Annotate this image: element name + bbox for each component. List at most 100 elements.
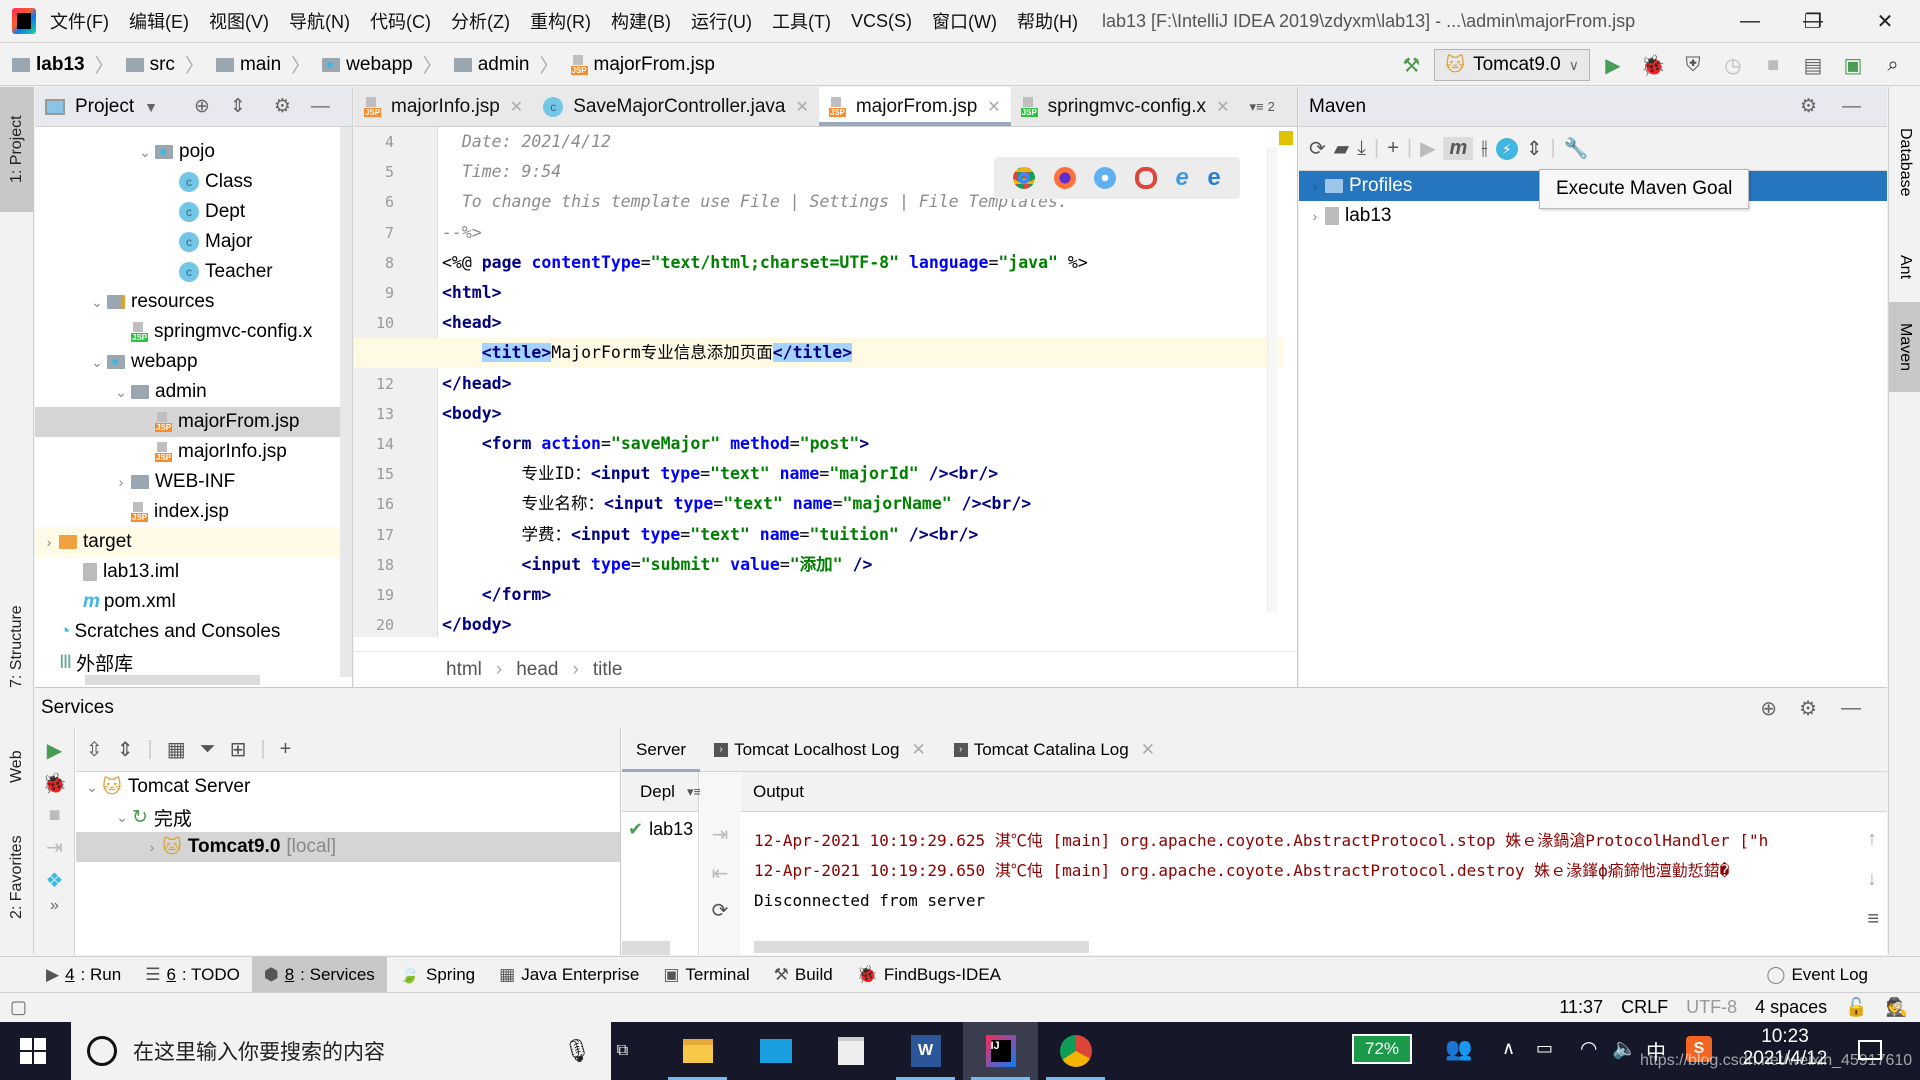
menu-item[interactable]: 构建(B): [611, 8, 671, 34]
add-icon[interactable]: +: [1387, 137, 1399, 160]
word-icon[interactable]: W: [888, 1022, 963, 1080]
deploy-icon[interactable]: ⇥: [35, 835, 74, 860]
menu-item[interactable]: 重构(R): [530, 8, 591, 34]
breadcrumb-item[interactable]: webapp 〉: [322, 51, 442, 78]
file-explorer-icon[interactable]: [660, 1022, 735, 1080]
debug-icon[interactable]: 🐞: [35, 771, 74, 796]
inspector-icon[interactable]: 🕵: [1886, 997, 1908, 1018]
deployment-item[interactable]: ✔ lab13: [622, 812, 698, 846]
run-icon[interactable]: ▶: [1420, 136, 1435, 161]
code-line[interactable]: --%>: [442, 218, 482, 248]
close-tab-icon[interactable]: ✕: [795, 97, 808, 117]
chevron-down-icon[interactable]: ⌄: [111, 384, 131, 401]
opera-icon[interactable]: [1134, 167, 1157, 189]
collapse-all-icon[interactable]: ⇕: [1526, 136, 1543, 161]
scroll-up-icon[interactable]: ↑: [1867, 828, 1877, 851]
run-icon[interactable]: ▶: [35, 738, 74, 763]
chevron-down-icon[interactable]: ⌄: [87, 294, 107, 311]
chevron-right-icon[interactable]: ›: [142, 839, 162, 855]
refresh-icon[interactable]: ⟳: [700, 898, 740, 923]
restore-button[interactable]: ❐: [1783, 0, 1843, 43]
project-tree-item[interactable]: ⌄ webapp: [35, 347, 352, 377]
close-tab-icon[interactable]: ✕: [510, 97, 523, 117]
code-line[interactable]: 专业ID：<input type="text" name="majorId" /…: [442, 459, 998, 489]
tab-favorites[interactable]: 2: Favorites: [0, 817, 34, 937]
stop-icon[interactable]: ■: [1756, 48, 1790, 82]
file-encoding[interactable]: UTF-8: [1686, 997, 1737, 1018]
tab-ant[interactable]: Ant: [1889, 227, 1920, 307]
more-icon[interactable]: »: [35, 897, 74, 915]
breadcrumb-item[interactable]: main 〉: [215, 51, 310, 78]
menu-item[interactable]: 工具(T): [772, 8, 831, 34]
vertical-scrollbar[interactable]: [340, 127, 352, 677]
collapse-all-icon[interactable]: ⇕: [230, 95, 246, 118]
code-line[interactable]: <%@ page contentType="text/html;charset=…: [442, 248, 1088, 278]
tab-structure[interactable]: 7: Structure: [0, 587, 34, 707]
editor-scrollbar[interactable]: [1267, 147, 1277, 613]
code-line[interactable]: <input type="submit" value="添加" />: [442, 550, 872, 580]
breadcrumb-item[interactable]: majorFrom.jsp: [570, 54, 715, 76]
menu-item[interactable]: 视图(V): [209, 8, 269, 34]
collapse-all-icon[interactable]: ⇕: [117, 737, 134, 762]
close-button[interactable]: ✕: [1855, 0, 1915, 43]
project-tree-item[interactable]: ◔ Scratches and Consoles: [35, 617, 352, 647]
output-scrollbar[interactable]: [754, 941, 1089, 953]
ie-icon[interactable]: e: [1175, 164, 1188, 192]
minimize-button-2[interactable]: —: [1720, 0, 1780, 43]
project-tree-item[interactable]: ⌄ admin: [35, 377, 352, 407]
code-line[interactable]: </form>: [442, 580, 552, 610]
deploy-icon[interactable]: ⇥: [700, 822, 740, 847]
project-tree-item[interactable]: majorInfo.jsp: [35, 437, 352, 467]
structure-crumb[interactable]: title: [593, 659, 623, 681]
project-tree-item[interactable]: › target: [35, 527, 352, 557]
structure-crumb[interactable]: html: [446, 659, 482, 681]
editor-tab[interactable]: majorInfo.jsp✕: [354, 87, 533, 126]
service-tab[interactable]: › Tomcat Localhost Log ✕: [700, 728, 940, 772]
tab-project[interactable]: 1: Project: [0, 87, 34, 212]
generate-sources-icon[interactable]: ▰: [1334, 136, 1349, 161]
breadcrumb-item[interactable]: lab13 〉: [12, 51, 114, 78]
menu-item[interactable]: VCS(S): [851, 11, 912, 32]
chevron-down-icon[interactable]: ⌄: [135, 144, 155, 161]
chrome-icon[interactable]: [1013, 167, 1036, 189]
indent-setting[interactable]: 4 spaces: [1755, 997, 1827, 1018]
project-view-select[interactable]: Project: [75, 96, 134, 118]
code-area[interactable]: Date: 2021/4/12 Time: 9:54 To change thi…: [354, 127, 1284, 637]
safari-icon[interactable]: [1094, 167, 1117, 189]
gear-icon[interactable]: ⚙: [1799, 696, 1817, 721]
menu-item[interactable]: 编辑(E): [129, 8, 189, 34]
editor-tab[interactable]: springmvc-config.x✕: [1011, 87, 1240, 126]
chevron-right-icon[interactable]: ›: [39, 534, 59, 550]
artifacts-icon[interactable]: ❖: [35, 868, 74, 893]
chevron-down-icon[interactable]: ⌄: [112, 809, 132, 826]
code-line[interactable]: </head>: [442, 369, 512, 399]
chevron-down-icon[interactable]: ⌄: [82, 779, 102, 796]
inspection-status-icon[interactable]: [1279, 131, 1293, 145]
firefox-icon[interactable]: [1053, 167, 1076, 189]
project-structure-icon[interactable]: ▤: [1796, 48, 1830, 82]
run-anything-icon[interactable]: ▣: [1836, 48, 1870, 82]
close-tab-icon[interactable]: ✕: [1141, 740, 1155, 760]
filter-icon[interactable]: ⏷: [200, 738, 216, 761]
service-tab[interactable]: Server: [622, 728, 701, 772]
windows-start-icon[interactable]: [20, 1038, 46, 1064]
settings-wrench-icon[interactable]: 🔧: [1564, 136, 1589, 161]
code-line[interactable]: 专业名称：<input type="text" name="majorName"…: [442, 489, 1031, 519]
bottom-tab[interactable]: ▶ 4: Run: [34, 957, 133, 993]
service-tab[interactable]: › Tomcat Catalina Log ✕: [940, 728, 1169, 772]
tab-overflow-button[interactable]: ▾≡ 2: [1239, 87, 1284, 126]
reload-icon[interactable]: ⟳: [1309, 136, 1326, 161]
chrome-taskbar-icon[interactable]: [1038, 1022, 1113, 1080]
project-tree-item[interactable]: Ⅲ 外部库: [35, 647, 352, 677]
run-with-coverage-icon[interactable]: ⛨: [1676, 48, 1710, 82]
undeploy-icon[interactable]: ⇤: [700, 861, 740, 886]
soft-wrap-icon[interactable]: ≡: [1867, 908, 1879, 931]
bottom-tab[interactable]: ☰ 6: TODO: [133, 957, 252, 993]
editor-tab[interactable]: c SaveMajorController.java ✕: [533, 87, 819, 126]
search-icon[interactable]: ⌕: [1876, 48, 1910, 82]
project-tree-item[interactable]: index.jsp: [35, 497, 352, 527]
download-icon[interactable]: ⤓: [1357, 137, 1366, 160]
output-console[interactable]: 12-Apr-2021 10:19:29.625 淇℃伅 [main] org.…: [754, 826, 1847, 936]
code-line[interactable]: <title>MajorForm专业信息添加页面</title>: [354, 338, 1284, 369]
editor-tab[interactable]: majorFrom.jsp✕: [818, 87, 1011, 126]
